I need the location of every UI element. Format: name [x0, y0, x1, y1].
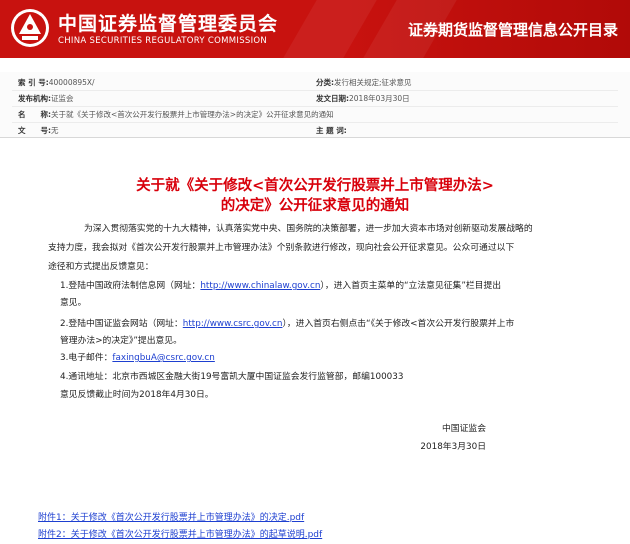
notice-title-line2: 的决定》公开征求意见的通知 [220, 198, 410, 214]
item-4: 4.通讯地址：北京市西城区金融大街19号富凯大厦中国证监会发行监管部，邮编100… [60, 372, 404, 382]
intro-line: 为深入贯彻落实党的十九大精神，认真落实党中央、国务院的决策部署，进一步加大资本市… [84, 224, 533, 234]
item-1-cont: 意见。 [60, 298, 87, 308]
meta-name: 名 称:关于就《关于修改<首次公开发行股票并上市管理办法>的决定》公开征求意见的… [18, 110, 334, 119]
org-name-en: CHINA SECURITIES REGULATORY COMMISSION [58, 36, 268, 46]
meta-divider [12, 106, 618, 107]
csrc-emblem-icon [11, 9, 49, 47]
attachment-link-2[interactable]: 附件2：关于修改《首次公开发行股票并上市管理办法》的起草说明.pdf [38, 527, 322, 543]
banner-decoration [283, 0, 377, 58]
item-3: 3.电子邮件：faxingbuA@csrc.gov.cn [60, 353, 215, 363]
meta-divider [12, 122, 618, 123]
signature-date: 2018年3月30日 [420, 442, 486, 452]
intro-line: 途径和方式提出反馈意见： [48, 262, 154, 272]
notice-title-line1: 关于就《关于修改<首次公开发行股票并上市管理办法> [136, 178, 494, 194]
attachment-link-1[interactable]: 附件1：关于修改《首次公开发行股票并上市管理办法》的决定.pdf [38, 510, 304, 526]
intro-line: 支持力度，我会拟对《首次公开发行股票并上市管理办法》个别条款进行修改，现向社会公… [48, 243, 515, 253]
header-banner: 中国证券监督管理委员会 CHINA SECURITIES REGULATORY … [0, 0, 630, 58]
email-link[interactable]: faxingbuA@csrc.gov.cn [112, 353, 214, 363]
org-name-cn: 中国证券监督管理委员会 [58, 13, 279, 35]
meta-subject: 主 题 词: [316, 126, 347, 135]
meta-docno: 文 号:无 [18, 126, 59, 135]
deadline: 意见反馈截止时间为2018年4月30日。 [60, 390, 214, 400]
meta-category: 分类:发行相关规定;征求意见 [316, 78, 412, 87]
document-meta: 索 引 号:40000895X/ 分类:发行相关规定;征求意见 发布机构:证监会… [0, 72, 630, 138]
chinalaw-link[interactable]: http://www.chinalaw.gov.cn [200, 281, 320, 291]
csrc-link[interactable]: http://www.csrc.gov.cn [183, 319, 283, 329]
meta-divider [12, 90, 618, 91]
meta-date: 发文日期:2018年03月30日 [316, 94, 410, 103]
signature-org: 中国证监会 [442, 424, 486, 434]
meta-publisher: 发布机构:证监会 [18, 94, 74, 103]
meta-index: 索 引 号:40000895X/ [18, 78, 95, 87]
catalog-title[interactable]: 证券期货监督管理信息公开目录 [408, 19, 618, 40]
